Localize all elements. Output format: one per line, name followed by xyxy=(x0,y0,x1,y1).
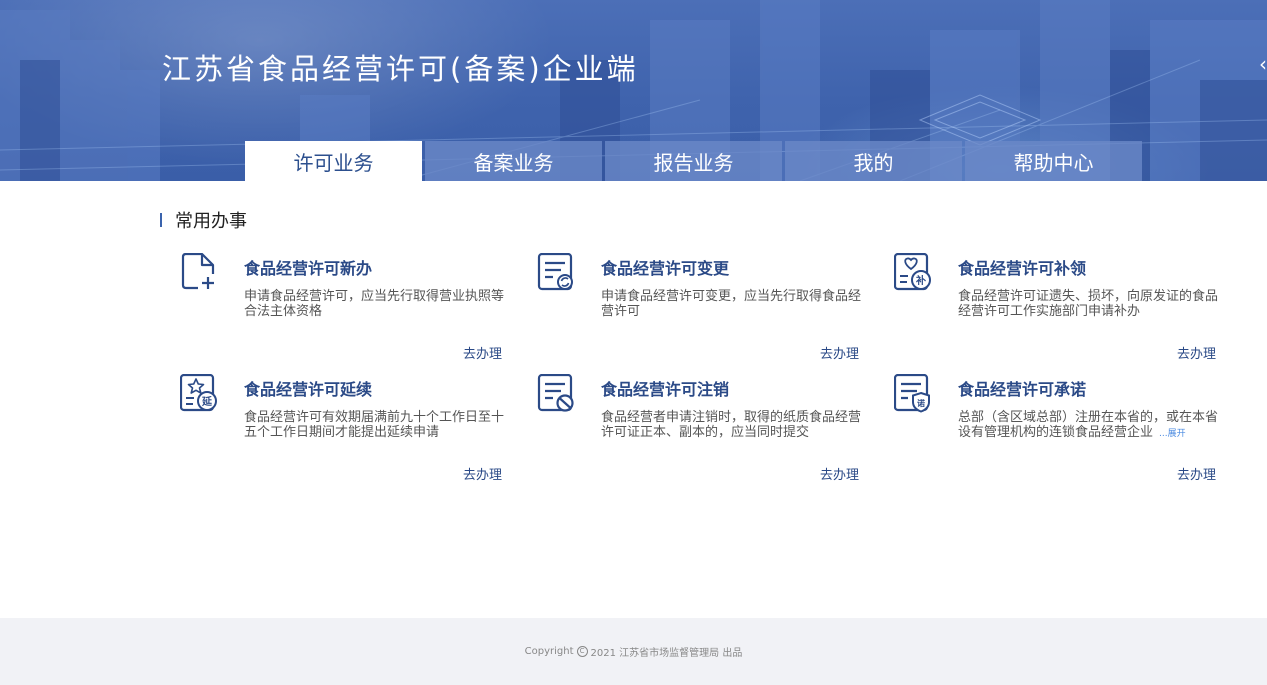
go-handle-button[interactable]: 去办理 xyxy=(820,464,859,483)
card-title: 食品经营许可延续 xyxy=(244,380,373,399)
card-desc: 申请食品经营许可变更，应当先行取得食品经营许可 xyxy=(601,289,862,319)
go-handle-button[interactable]: 去办理 xyxy=(1177,343,1216,362)
copyright-icon: C xyxy=(576,646,588,657)
section-title: 常用办事 xyxy=(175,211,247,232)
card-title: 食品经营许可补领 xyxy=(958,259,1087,278)
header-edge-icon: ‹ xyxy=(1259,52,1267,76)
heart-document-bu-icon: 补 xyxy=(894,253,931,291)
tab-filing[interactable]: 备案业务 xyxy=(425,141,602,181)
app-title: 江苏省食品经营许可(备案)企业端 xyxy=(162,52,639,86)
section-heading: 常用办事 xyxy=(160,208,247,232)
expand-link[interactable]: ...展开 xyxy=(1159,429,1186,439)
card-desc: 食品经营许可有效期届满前九十个工作日至十五个工作日期间才能提出延续申请 xyxy=(244,410,505,440)
go-handle-button[interactable]: 去办理 xyxy=(463,464,502,483)
card-desc: 食品经营者申请注销时，取得的纸质食品经营许可证正本、副本的，应当同时提交 xyxy=(601,410,862,440)
document-shield-icon: 诺 xyxy=(894,374,930,413)
file-add-icon xyxy=(181,253,215,290)
tab-report[interactable]: 报告业务 xyxy=(605,141,782,181)
service-card-commitment: 诺 食品经营许可承诺 总部（含区域总部）注册在本省的，或在本省设有管理机构的连锁… xyxy=(894,374,1224,484)
copyright-prefix: Copyright xyxy=(524,646,574,657)
section-accent-bar xyxy=(160,213,162,227)
service-card-new: 食品经营许可新办 申请食品经营许可，应当先行取得营业执照等合法主体资格 去办理 xyxy=(180,253,510,363)
service-card-change: 食品经营许可变更 申请食品经营许可变更，应当先行取得食品经营许可 去办理 xyxy=(537,253,867,363)
card-title: 食品经营许可注销 xyxy=(601,380,730,399)
service-card-renew: 延 食品经营许可延续 食品经营许可有效期届满前九十个工作日至十五个工作日期间才能… xyxy=(180,374,510,484)
header-banner: 江苏省食品经营许可(备案)企业端 ‹ 许可业务 备案业务 报告业务 我的 帮助中… xyxy=(0,0,1267,181)
card-title: 食品经营许可新办 xyxy=(244,259,373,278)
main-tabs: 许可业务 备案业务 报告业务 我的 帮助中心 xyxy=(245,141,1142,181)
card-title: 食品经营许可变更 xyxy=(601,259,730,278)
card-desc: 食品经营许可证遗失、损坏，向原发证的食品经营许可工作实施部门申请补办 xyxy=(958,289,1219,319)
tab-help-center[interactable]: 帮助中心 xyxy=(965,141,1142,181)
document-refresh-icon xyxy=(537,253,573,291)
svg-text:诺: 诺 xyxy=(917,398,925,408)
service-card-reissue: 补 食品经营许可补领 食品经营许可证遗失、损坏，向原发证的食品经营许可工作实施部… xyxy=(894,253,1224,363)
document-cancel-icon xyxy=(537,374,574,412)
copyright-text: 2021 江苏省市场监督管理局 出品 xyxy=(590,648,743,659)
svg-text:补: 补 xyxy=(915,274,926,287)
card-desc: 总部（含区域总部）注册在本省的，或在本省设有管理机构的连锁食品经营企业 ...展开 xyxy=(958,410,1218,442)
card-title: 食品经营许可承诺 xyxy=(958,380,1087,399)
go-handle-button[interactable]: 去办理 xyxy=(820,343,859,362)
go-handle-button[interactable]: 去办理 xyxy=(463,343,502,362)
card-desc: 申请食品经营许可，应当先行取得营业执照等合法主体资格 xyxy=(244,289,505,319)
star-document-yan-icon: 延 xyxy=(180,374,217,412)
svg-text:延: 延 xyxy=(201,395,213,408)
tab-license[interactable]: 许可业务 xyxy=(245,141,422,181)
tab-mine[interactable]: 我的 xyxy=(785,141,962,181)
go-handle-button[interactable]: 去办理 xyxy=(1177,464,1216,483)
service-card-cancel: 食品经营许可注销 食品经营者申请注销时，取得的纸质食品经营许可证正本、副本的，应… xyxy=(537,374,867,484)
footer: Copyright C 2021 江苏省市场监督管理局 出品 xyxy=(0,618,1267,685)
